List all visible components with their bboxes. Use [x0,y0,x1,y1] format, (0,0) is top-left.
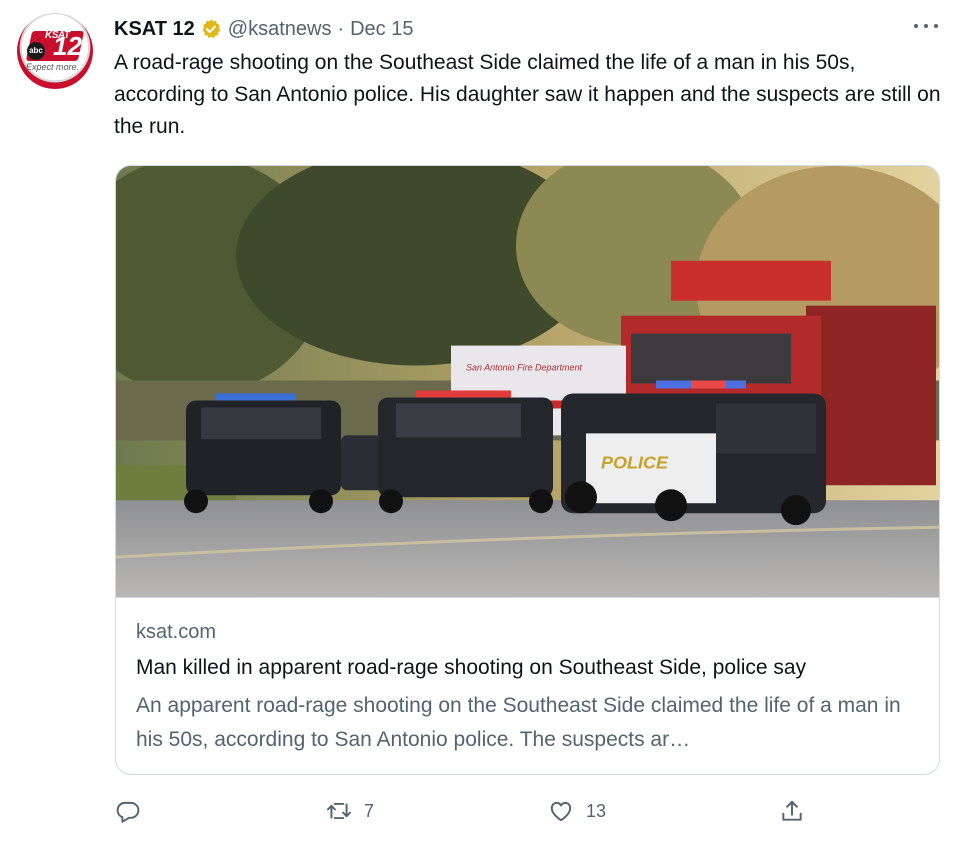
reply-icon [116,801,140,823]
card-title[interactable]: Man killed in apparent road-rage shootin… [136,656,806,680]
police-lettering: POLICE [601,452,669,472]
card-image: San Antonio Fire Department POLICE [116,166,939,598]
ksat-logo: KSAT 12 abc Expect more. [25,29,85,73]
like-button[interactable]: 13 [548,794,606,828]
like-icon [550,801,572,822]
author-handle[interactable]: @ksatnews [228,18,332,41]
reply-button[interactable] [115,794,141,828]
tweet-text: A road-rage shooting on the Southeast Si… [114,51,941,138]
tweet-date[interactable]: Dec 15 [350,18,413,41]
retweet-count: 7 [364,800,375,821]
verified-badge-icon [202,19,221,38]
truck-lettering: San Antonio Fire Department [466,363,582,373]
link-card[interactable]: San Antonio Fire Department POLICE ksat.… [115,165,940,775]
header-separator: · [337,17,345,40]
logo-network-text: abc [27,42,45,60]
card-domain: ksat.com [136,621,217,643]
author-name[interactable]: KSAT 12 [114,18,195,41]
more-icon[interactable] [914,14,938,38]
logo-tagline-text: Expect more. [26,62,80,72]
retweet-button[interactable]: 7 [326,794,374,828]
like-count: 13 [586,800,607,821]
share-button[interactable] [779,794,805,828]
logo-number-text: 12 [53,31,82,61]
avatar[interactable]: KSAT 12 abc Expect more. [17,13,93,89]
retweet-icon [326,802,352,820]
tweet[interactable]: KSAT 12 abc Expect more. KSAT 12 @ksatne… [0,0,960,842]
card-body: ksat.com Man killed in apparent road-rag… [116,598,939,774]
tweet-header: KSAT 12 @ksatnews · Dec 15 [114,16,413,42]
share-icon [782,800,802,821]
card-description: An apparent road-rage shooting on the So… [136,694,901,751]
